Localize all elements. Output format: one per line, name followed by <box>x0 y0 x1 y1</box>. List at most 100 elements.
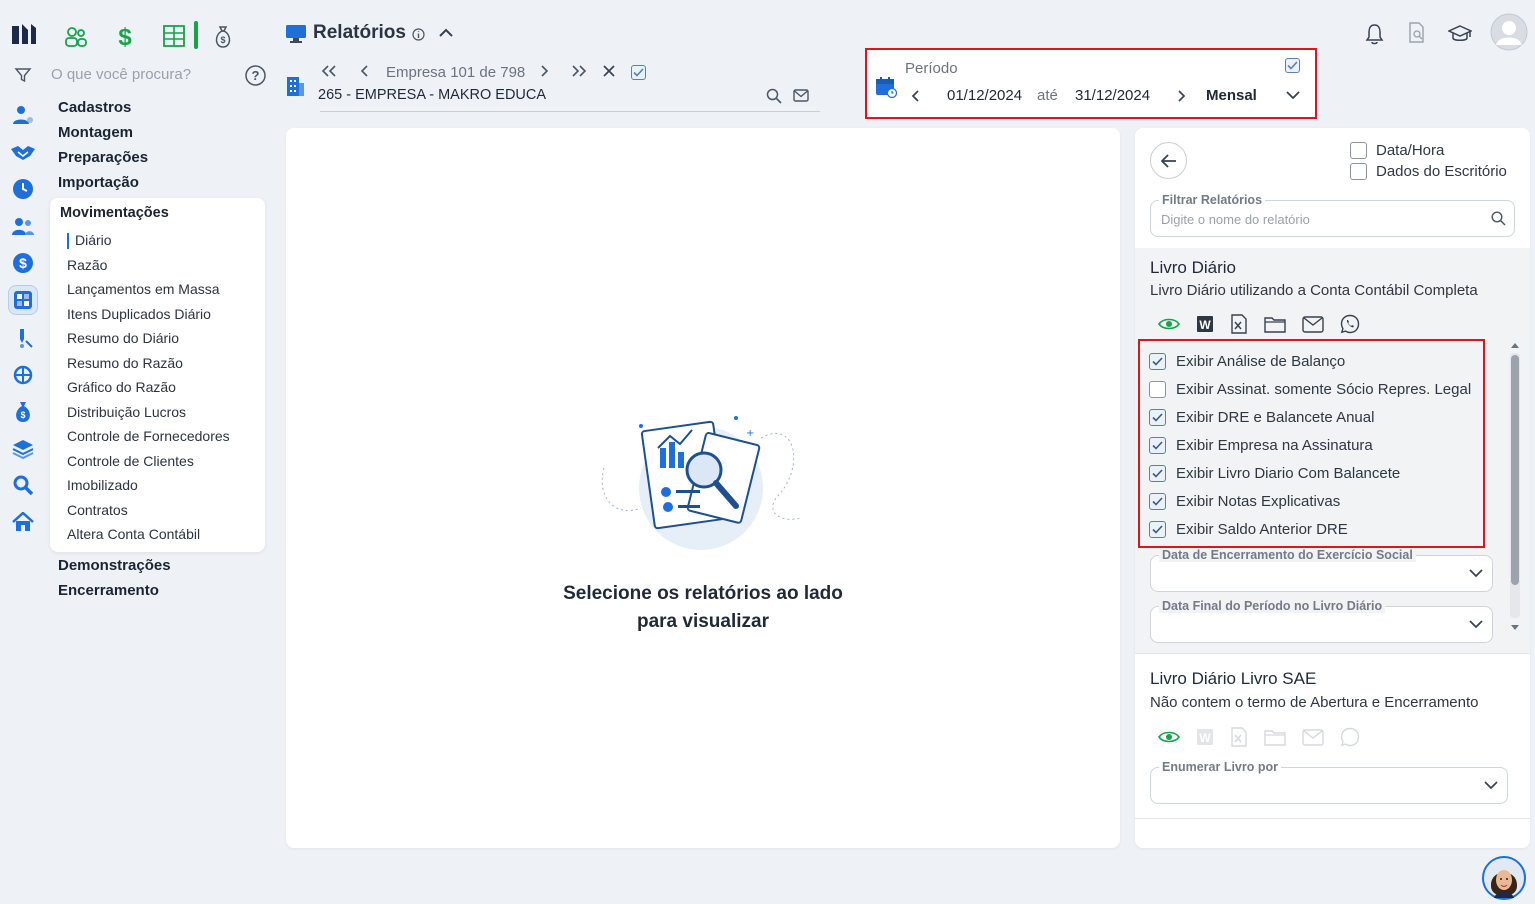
next-company-button[interactable] <box>539 64 549 78</box>
sub-item-resumo-razao[interactable]: Resumo do Razão <box>67 355 183 371</box>
graduation-cap-icon[interactable] <box>1448 24 1472 44</box>
scrollbar-thumb[interactable] <box>1511 355 1519 585</box>
home-icon[interactable] <box>10 509 36 535</box>
first-company-button[interactable] <box>321 64 337 78</box>
chevron-down-icon[interactable] <box>1469 620 1483 629</box>
layers-icon[interactable] <box>10 436 36 462</box>
last-company-button[interactable] <box>571 64 587 78</box>
option-checkbox[interactable] <box>1149 353 1166 370</box>
sub-item-controle-clientes[interactable]: Controle de Clientes <box>67 453 194 469</box>
periodo-prev-button[interactable] <box>911 89 921 103</box>
datahora-option[interactable]: Data/Hora <box>1350 142 1444 159</box>
back-button[interactable] <box>1150 142 1187 179</box>
data-encerramento-select[interactable]: Data de Encerramento do Exercício Social <box>1150 548 1493 592</box>
option-checkbox[interactable] <box>1149 465 1166 482</box>
option-livro-diario-balancete[interactable]: Exibir Livro Diario Com Balancete <box>1149 465 1400 482</box>
bell-icon[interactable] <box>1365 23 1384 45</box>
assistant-avatar[interactable] <box>1482 856 1526 900</box>
document-search-icon[interactable] <box>1407 22 1427 44</box>
sub-item-itens-duplicados[interactable]: Itens Duplicados Diário <box>67 306 211 322</box>
dados-escritorio-option[interactable]: Dados do Escritório <box>1350 163 1507 180</box>
scrollbar-track[interactable] <box>1510 353 1520 618</box>
folder-icon[interactable] <box>1264 315 1286 333</box>
user-settings-icon[interactable] <box>10 102 36 128</box>
option-checkbox[interactable] <box>1149 493 1166 510</box>
avatar[interactable] <box>1490 13 1528 51</box>
company-checkbox[interactable] <box>631 65 646 80</box>
sub-item-grafico-razao[interactable]: Gráfico do Razão <box>67 379 176 395</box>
periodo-checkbox[interactable] <box>1285 58 1300 73</box>
excel-icon[interactable] <box>1230 314 1248 334</box>
company-search-icon[interactable] <box>766 88 782 104</box>
help-icon[interactable]: ? <box>245 65 266 86</box>
data-final-select[interactable]: Data Final do Período no Livro Diário <box>1150 599 1493 643</box>
scrollbar-up[interactable] <box>1510 341 1520 349</box>
periodo-mode-select[interactable]: Mensal <box>1206 87 1257 104</box>
users-icon[interactable] <box>10 213 36 239</box>
option-empresa-assinatura[interactable]: Exibir Empresa na Assinatura <box>1149 437 1373 454</box>
periodo-end-input[interactable]: 31/12/2024 <box>1075 87 1150 104</box>
option-notas-explicativas[interactable]: Exibir Notas Explicativas <box>1149 493 1340 510</box>
option-assinat-socio[interactable]: Exibir Assinat. somente Sócio Repres. Le… <box>1149 381 1471 398</box>
report-card-livro-diario[interactable]: Livro Diário Livro Diário utilizando a C… <box>1135 248 1530 653</box>
eye-icon[interactable] <box>1158 730 1180 744</box>
mail-icon[interactable] <box>1302 315 1324 333</box>
chevron-down-icon[interactable] <box>1285 90 1301 100</box>
people-icon[interactable] <box>64 26 88 48</box>
app-logo[interactable] <box>10 22 38 46</box>
report-card-livro-sae[interactable]: Livro Diário Livro SAE Não contem o term… <box>1135 654 1530 819</box>
handshake-icon[interactable] <box>10 140 36 166</box>
menu-encerramento[interactable]: Encerramento <box>58 582 159 599</box>
calculator-icon[interactable] <box>8 285 38 315</box>
info-icon[interactable] <box>412 28 425 41</box>
sub-item-imobilizado[interactable]: Imobilizado <box>67 477 138 493</box>
filter-input[interactable]: Digite o nome do relatório <box>1161 212 1310 227</box>
option-dre-balancete[interactable]: Exibir DRE e Balancete Anual <box>1149 409 1374 426</box>
search-input[interactable]: O que você procura? <box>51 66 191 83</box>
filter-icon[interactable] <box>14 66 32 84</box>
option-checkbox[interactable] <box>1149 521 1166 538</box>
prev-company-button[interactable] <box>360 64 370 78</box>
search-icon[interactable] <box>10 472 36 498</box>
sub-item-contratos[interactable]: Contratos <box>67 502 128 518</box>
dollar-coin-icon[interactable]: $ <box>10 250 36 276</box>
menu-montagem[interactable]: Montagem <box>58 124 133 141</box>
menu-preparacoes[interactable]: Preparações <box>58 149 148 166</box>
submenu-title[interactable]: Movimentações <box>60 205 169 221</box>
eye-icon[interactable] <box>1158 317 1180 331</box>
periodo-next-button[interactable] <box>1176 89 1186 103</box>
chevron-down-icon[interactable] <box>1484 781 1498 790</box>
sub-item-lancamentos-massa[interactable]: Lançamentos em Massa <box>67 281 220 297</box>
scrollbar-down[interactable] <box>1510 624 1520 632</box>
spreadsheet-icon[interactable] <box>163 25 187 47</box>
sub-item-resumo-diario[interactable]: Resumo do Diário <box>67 330 179 346</box>
option-checkbox[interactable] <box>1149 409 1166 426</box>
money-bag-icon[interactable]: $ <box>10 399 36 425</box>
sub-item-distribuicao-lucros[interactable]: Distribuição Lucros <box>67 404 186 420</box>
pen-tool-icon[interactable] <box>10 325 36 351</box>
filter-search-icon[interactable] <box>1491 211 1506 226</box>
money-bag-outline-icon[interactable]: $ <box>213 24 233 50</box>
whatsapp-icon[interactable] <box>1340 314 1360 334</box>
sub-item-controle-fornecedores[interactable]: Controle de Fornecedores <box>67 428 230 444</box>
periodo-start-input[interactable]: 01/12/2024 <box>947 87 1022 104</box>
sub-item-diario[interactable]: Diário <box>75 232 112 248</box>
chevron-down-icon[interactable] <box>1469 569 1483 578</box>
enumerar-livro-select[interactable]: Enumerar Livro por <box>1150 760 1508 804</box>
datahora-checkbox[interactable] <box>1350 142 1367 159</box>
dados-escritorio-checkbox[interactable] <box>1350 163 1367 180</box>
option-analise-balanco[interactable]: Exibir Análise de Balanço <box>1149 353 1345 370</box>
sub-item-altera-conta[interactable]: Altera Conta Contábil <box>67 526 200 542</box>
option-checkbox[interactable] <box>1149 381 1166 398</box>
sub-item-razao[interactable]: Razão <box>67 257 107 273</box>
option-saldo-anterior-dre[interactable]: Exibir Saldo Anterior DRE <box>1149 521 1348 538</box>
word-icon[interactable]: W <box>1196 315 1214 333</box>
menu-cadastros[interactable]: Cadastros <box>58 99 131 116</box>
dollar-icon[interactable]: $ <box>116 24 134 50</box>
network-icon[interactable] <box>10 362 36 388</box>
clock-icon[interactable] <box>10 176 36 202</box>
menu-demonstracoes[interactable]: Demonstrações <box>58 557 171 574</box>
close-icon[interactable] <box>603 65 615 77</box>
company-mail-icon[interactable] <box>793 89 809 102</box>
chevron-up-icon[interactable] <box>438 27 454 39</box>
